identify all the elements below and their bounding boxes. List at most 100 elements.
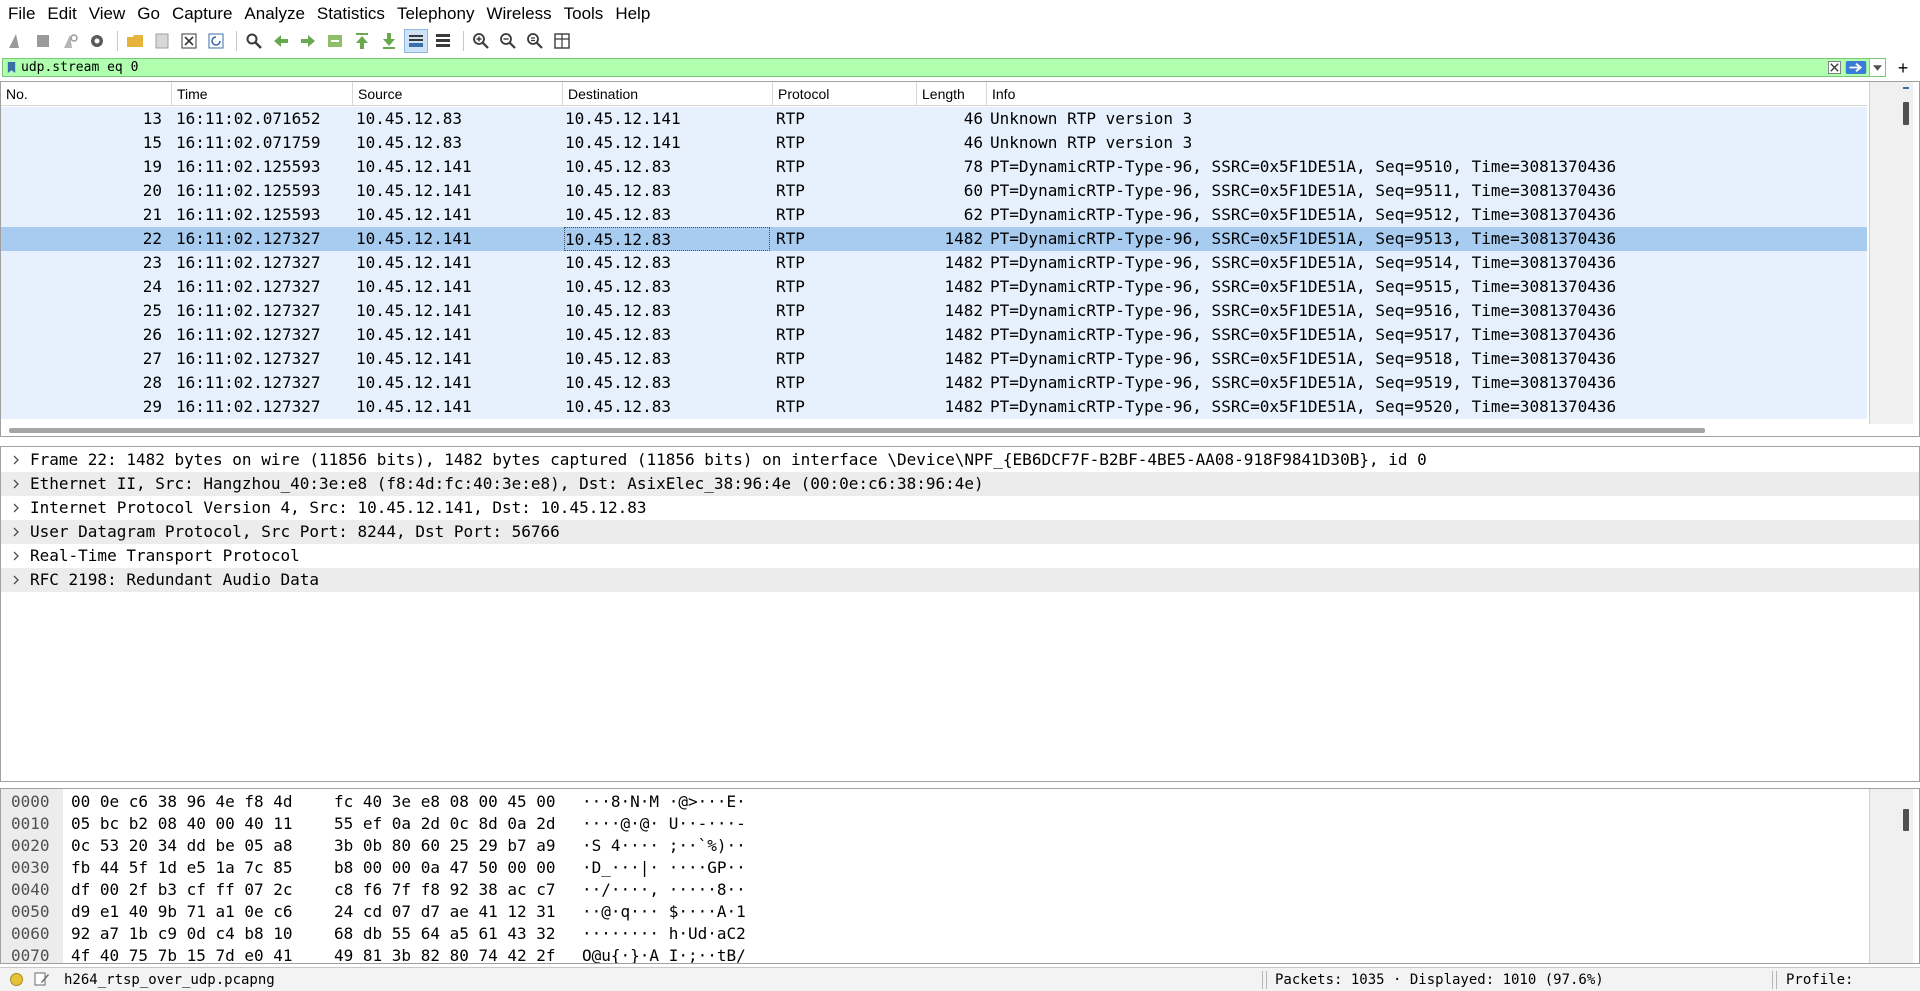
profile-status[interactable]: Profile: Default [1786, 968, 1920, 991]
filter-bookmark-button[interactable] [3, 59, 19, 76]
detail-tree-item[interactable]: User Datagram Protocol, Src Port: 8244, … [1, 520, 1919, 544]
menu-file[interactable]: File [2, 0, 41, 27]
hex-bytes-first-half[interactable]: 00 0e c6 38 96 4e f8 4d [71, 791, 293, 813]
go-forward-button[interactable] [296, 29, 320, 53]
clear-filter-button[interactable] [1825, 59, 1843, 76]
chevron-right-icon[interactable] [9, 544, 23, 568]
apply-filter-button[interactable] [1843, 59, 1869, 76]
save-file-button[interactable] [150, 29, 174, 53]
packet-row[interactable]: 24 16:11:02.127327 10.45.12.141 10.45.12.83… [1, 275, 1867, 299]
display-filter-input[interactable] [19, 59, 1825, 76]
packet-list-horizontal-scrollbar[interactable] [1, 424, 1867, 436]
ascii-bytes[interactable]: ·D_···|· ····GP·· [582, 857, 746, 879]
packet-list[interactable]: No. Time Source Destination Protocol Len… [0, 81, 1920, 437]
scrollbar-thumb[interactable] [1903, 102, 1909, 125]
hex-offset[interactable]: 0030 [11, 857, 50, 879]
packet-row[interactable]: 27 16:11:02.127327 10.45.12.141 10.45.12.83… [1, 347, 1867, 371]
column-header-time[interactable]: Time [172, 82, 353, 106]
menu-go[interactable]: Go [131, 0, 166, 27]
ascii-bytes[interactable]: ···8·N·M ·@>···E· [582, 791, 746, 813]
hex-bytes-first-half[interactable]: 05 bc b2 08 40 00 40 11 [71, 813, 293, 835]
hex-bytes-first-half[interactable]: 92 a7 1b c9 0d c4 b8 10 [71, 923, 293, 945]
hex-offset[interactable]: 0020 [11, 835, 50, 857]
column-header-no[interactable]: No. [1, 82, 172, 106]
hex-offset[interactable]: 0060 [11, 923, 50, 945]
hex-bytes-second-half[interactable]: 3b 0b 80 60 25 29 b7 a9 [334, 835, 556, 857]
ascii-bytes[interactable]: ····@·@· U··-···- [582, 813, 746, 835]
chevron-right-icon[interactable] [9, 472, 23, 496]
detail-tree-item[interactable]: Ethernet II, Src: Hangzhou_40:3e:e8 (f8:… [1, 472, 1919, 496]
packet-details-tree[interactable]: Frame 22: 1482 bytes on wire (11856 bits… [0, 446, 1920, 782]
packet-row[interactable]: 13 16:11:02.071652 10.45.12.83 10.45.12.141… [1, 107, 1867, 131]
resize-columns-button[interactable] [550, 29, 574, 53]
packet-row[interactable]: 21 16:11:02.125593 10.45.12.141 10.45.12.83… [1, 203, 1867, 227]
chevron-right-icon[interactable] [9, 568, 23, 592]
ascii-bytes[interactable]: ··@·q··· $····A·1 [582, 901, 746, 923]
hex-bytes-second-half[interactable]: c8 f6 7f f8 92 38 ac c7 [334, 879, 556, 901]
menu-help[interactable]: Help [609, 0, 656, 27]
hex-bytes-second-half[interactable]: 55 ef 0a 2d 0c 8d 0a 2d [334, 813, 556, 835]
column-header-info[interactable]: Info [987, 82, 1867, 106]
filter-history-dropdown[interactable] [1869, 59, 1885, 76]
hex-offset[interactable]: 0040 [11, 879, 50, 901]
last-packet-button[interactable] [377, 29, 401, 53]
find-packet-button[interactable] [242, 29, 266, 53]
menu-tools[interactable]: Tools [558, 0, 610, 27]
ascii-bytes[interactable]: ·S 4···· ;··`%)·· [582, 835, 746, 857]
menu-telephony[interactable]: Telephony [391, 0, 481, 27]
open-file-button[interactable] [123, 29, 147, 53]
add-filter-button-plus-icon[interactable]: + [1888, 57, 1918, 79]
menu-capture[interactable]: Capture [166, 0, 238, 27]
colorize-button[interactable] [431, 29, 455, 53]
capture-comment-icon[interactable] [34, 971, 50, 987]
hex-bytes-second-half[interactable]: 24 cd 07 d7 ae 41 12 31 [334, 901, 556, 923]
ascii-bytes[interactable]: ········ h·Ud·aC2 [582, 923, 746, 945]
packet-row[interactable]: 23 16:11:02.127327 10.45.12.141 10.45.12.83… [1, 251, 1867, 275]
ascii-bytes[interactable]: ··/····, ·····8·· [582, 879, 746, 901]
horizontal-scrollbar-thumb[interactable] [9, 428, 1705, 433]
column-header-length[interactable]: Length [917, 82, 987, 106]
hex-offset[interactable]: 0070 [11, 945, 50, 963]
menu-analyze[interactable]: Analyze [238, 0, 310, 27]
hex-bytes-first-half[interactable]: 4f 40 75 7b 15 7d e0 41 [71, 945, 293, 963]
restart-capture-button[interactable] [58, 29, 82, 53]
menu-view[interactable]: View [83, 0, 132, 27]
hex-bytes-second-half[interactable]: fc 40 3e e8 08 00 45 00 [334, 791, 556, 813]
hex-bytes-second-half[interactable]: b8 00 00 0a 47 50 00 00 [334, 857, 556, 879]
packet-row[interactable]: 19 16:11:02.125593 10.45.12.141 10.45.12.83… [1, 155, 1867, 179]
zoom-in-button[interactable] [469, 29, 493, 53]
expert-info-led-icon[interactable] [10, 973, 23, 986]
chevron-right-icon[interactable] [9, 520, 23, 544]
autoscroll-button[interactable] [404, 29, 428, 53]
hex-bytes-second-half[interactable]: 68 db 55 64 a5 61 43 32 [334, 923, 556, 945]
detail-tree-item[interactable]: Internet Protocol Version 4, Src: 10.45.… [1, 496, 1919, 520]
hex-bytes-first-half[interactable]: 0c 53 20 34 dd be 05 a8 [71, 835, 293, 857]
packet-bytes-pane[interactable]: 0000 00 0e c6 38 96 4e f8 4d fc 40 3e e8 0… [0, 788, 1920, 964]
packet-row[interactable]: 15 16:11:02.071759 10.45.12.83 10.45.12.141… [1, 131, 1867, 155]
hex-bytes-second-half[interactable]: 49 81 3b 82 80 74 42 2f [334, 945, 556, 963]
packet-row[interactable]: 26 16:11:02.127327 10.45.12.141 10.45.12.83… [1, 323, 1867, 347]
normal-size-button[interactable] [523, 29, 547, 53]
ascii-bytes[interactable]: O@u{·}·A I·;··tB/ [582, 945, 746, 963]
go-to-packet-button[interactable] [323, 29, 347, 53]
packet-row[interactable]: 25 16:11:02.127327 10.45.12.141 10.45.12.83… [1, 299, 1867, 323]
stop-capture-button[interactable] [31, 29, 55, 53]
capture-options-button[interactable] [85, 29, 109, 53]
go-back-button[interactable] [269, 29, 293, 53]
detail-tree-item[interactable]: Frame 22: 1482 bytes on wire (11856 bits… [1, 448, 1919, 472]
packet-row[interactable]: 20 16:11:02.125593 10.45.12.141 10.45.12.83… [1, 179, 1867, 203]
first-packet-button[interactable] [350, 29, 374, 53]
hex-offset[interactable]: 0010 [11, 813, 50, 835]
hex-bytes-first-half[interactable]: fb 44 5f 1d e5 1a 7c 85 [71, 857, 293, 879]
column-header-destination[interactable]: Destination [563, 82, 773, 106]
hex-bytes-first-half[interactable]: df 00 2f b3 cf ff 07 2c [71, 879, 293, 901]
zoom-out-button[interactable] [496, 29, 520, 53]
close-file-button[interactable] [177, 29, 201, 53]
packet-list-vertical-scrollbar[interactable] [1867, 82, 1919, 424]
column-header-protocol[interactable]: Protocol [773, 82, 917, 106]
hex-offset[interactable]: 0050 [11, 901, 50, 923]
menu-edit[interactable]: Edit [41, 0, 82, 27]
column-header-source[interactable]: Source [353, 82, 563, 106]
packet-row[interactable]: 22 16:11:02.127327 10.45.12.141 10.45.12.83… [1, 227, 1867, 251]
scrollbar-thumb[interactable] [1903, 809, 1909, 831]
